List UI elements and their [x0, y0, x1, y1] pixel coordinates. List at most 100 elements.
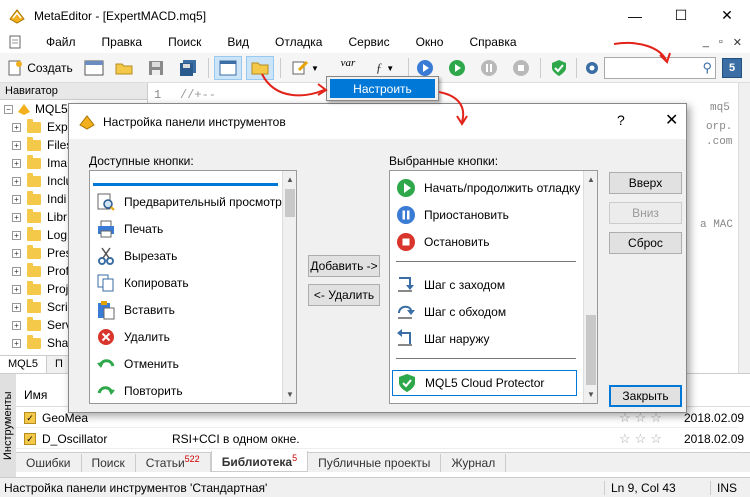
expand-icon[interactable]: + [12, 338, 21, 348]
menu-debug[interactable]: Отладка [265, 35, 332, 49]
help-button[interactable]: ? [617, 112, 625, 128]
new-project-button[interactable] [82, 56, 106, 80]
move-down-button[interactable]: Вниз [609, 202, 682, 224]
search-input[interactable] [607, 58, 697, 78]
reset-button[interactable]: Сброс [609, 232, 682, 254]
menu-file[interactable]: Файл [36, 35, 86, 49]
scroll-down-icon[interactable]: ▼ [286, 390, 294, 399]
menu-tools[interactable]: Сервис [338, 35, 399, 49]
tab-journal[interactable]: Журнал [441, 454, 507, 472]
list-item[interactable]: Копировать [92, 270, 189, 296]
expand-icon[interactable]: + [12, 230, 21, 240]
metaeditor-logo-icon [79, 114, 95, 130]
list-item[interactable]: Вставить [92, 297, 175, 323]
list-item[interactable]: Предварительный просмотр [92, 189, 282, 215]
selected-buttons-label: Выбранные кнопки: [389, 154, 499, 168]
nav-folder-label: Prof [47, 264, 70, 278]
list-item-label: Отменить [124, 357, 179, 371]
options-button[interactable] [582, 56, 602, 80]
list-item-label: MQL5 Cloud Protector [425, 376, 545, 390]
collapse-icon[interactable]: − [4, 104, 13, 114]
expand-icon[interactable]: + [12, 248, 21, 258]
tab-search[interactable]: Поиск [82, 454, 136, 472]
expand-icon[interactable]: + [12, 158, 21, 168]
list-item[interactable]: Повторить [92, 378, 183, 403]
list-item[interactable]: Отменить [92, 351, 179, 377]
list-item-separator-selected[interactable] [93, 174, 278, 186]
new-file-button[interactable]: Создать [6, 56, 74, 80]
editor-scrollbar[interactable] [738, 83, 750, 373]
close-dialog-button[interactable]: Закрыть [609, 385, 682, 407]
minimize-button[interactable]: — [612, 0, 658, 31]
toolbox-toggle-button[interactable] [246, 56, 274, 80]
column-name-header[interactable]: Имя [24, 388, 47, 402]
list-item[interactable]: Шаг с обходом [392, 299, 506, 325]
expand-icon[interactable]: + [12, 140, 21, 150]
list-item[interactable]: Печать [92, 216, 163, 242]
remove-button[interactable]: <- Удалить [308, 284, 380, 306]
menu-view[interactable]: Вид [217, 35, 259, 49]
save-button[interactable] [144, 56, 168, 80]
tab-library[interactable]: Библиотека5 [210, 451, 309, 472]
menu-search[interactable]: Поиск [158, 35, 211, 49]
expand-icon[interactable]: + [12, 122, 21, 132]
open-button[interactable] [112, 56, 136, 80]
list-item[interactable]: Начать/продолжить отладку [392, 175, 580, 201]
menu-help[interactable]: Справка [459, 35, 526, 49]
scroll-down-icon[interactable]: ▼ [587, 390, 595, 399]
navigator-toggle-button[interactable] [214, 56, 242, 80]
folder-icon [27, 172, 41, 187]
list-item[interactable]: Приостановить [392, 202, 509, 228]
mdi-minimize-button[interactable]: _ [703, 36, 709, 48]
list-item[interactable]: Удалить [92, 324, 170, 350]
maximize-button[interactable]: ☐ [658, 0, 704, 31]
selected-list-scrollbar[interactable]: ▲ ▼ [583, 171, 597, 403]
close-button[interactable]: ✕ [704, 0, 750, 31]
expand-icon[interactable]: + [12, 194, 21, 204]
menu-window[interactable]: Окно [406, 35, 454, 49]
pause-debug-button[interactable] [478, 56, 500, 80]
customize-menu-item[interactable]: Настроить [330, 79, 435, 98]
expand-icon[interactable]: + [12, 212, 21, 222]
scrollbar-thumb[interactable] [586, 315, 596, 385]
mdi-restore-button[interactable]: ▫ [719, 36, 723, 48]
dialog-close-button[interactable]: ✕ [665, 110, 678, 130]
list-item[interactable]: Вырезать [92, 243, 177, 269]
notifications-badge[interactable]: 5 [722, 58, 742, 78]
list-item[interactable]: Шаг с заходом [392, 272, 505, 298]
move-up-button[interactable]: Вверх [609, 172, 682, 194]
scrollbar-thumb[interactable] [285, 189, 295, 217]
cloud-protector-button[interactable] [548, 56, 570, 80]
table-row[interactable]: ✓ D_Oscillator RSI+CCI в одном окне. ☆☆☆… [16, 429, 744, 449]
expand-icon[interactable]: + [12, 266, 21, 276]
tab-mql5[interactable]: MQL5 [0, 356, 47, 373]
document-icon[interactable] [8, 35, 22, 49]
list-item[interactable]: Шаг наружу [392, 326, 490, 352]
expand-icon[interactable]: + [12, 320, 21, 330]
expand-icon[interactable]: + [12, 176, 21, 186]
expand-icon[interactable]: + [12, 302, 21, 312]
selected-buttons-list[interactable]: Начать/продолжить отладку Приостановить Ос… [389, 170, 598, 404]
mdi-close-button[interactable]: ✕ [733, 36, 742, 49]
available-list-scrollbar[interactable]: ▲ ▼ [282, 171, 296, 403]
list-item[interactable]: Остановить [392, 229, 490, 255]
start-debug-button[interactable] [446, 56, 468, 80]
styler-button[interactable]: ▼ [286, 56, 324, 80]
add-button[interactable]: Добавить -> [308, 255, 380, 277]
save-all-button[interactable] [176, 56, 200, 80]
tab-errors[interactable]: Ошибки [16, 454, 82, 472]
dropdown-arrow-icon[interactable]: ▼ [311, 64, 319, 73]
tab-public-projects[interactable]: Публичные проекты [308, 454, 442, 472]
scroll-up-icon[interactable]: ▲ [286, 175, 294, 184]
menu-edit[interactable]: Правка [92, 35, 153, 49]
tab-articles[interactable]: Статьи522 [136, 452, 211, 472]
list-item[interactable]: MQL5 Cloud Protector [392, 370, 577, 396]
redo-icon [96, 381, 116, 401]
dropdown-arrow-icon[interactable]: ▼ [386, 64, 394, 73]
search-icon[interactable]: ⚲ [702, 60, 712, 76]
scroll-up-icon[interactable]: ▲ [587, 175, 595, 184]
stop-debug-button[interactable] [510, 56, 532, 80]
expand-icon[interactable]: + [12, 284, 21, 294]
cursor-position: Ln 9, Col 43 [604, 480, 710, 495]
available-buttons-list[interactable]: Предварительный просмотр Печать Вырезать Ко… [89, 170, 297, 404]
